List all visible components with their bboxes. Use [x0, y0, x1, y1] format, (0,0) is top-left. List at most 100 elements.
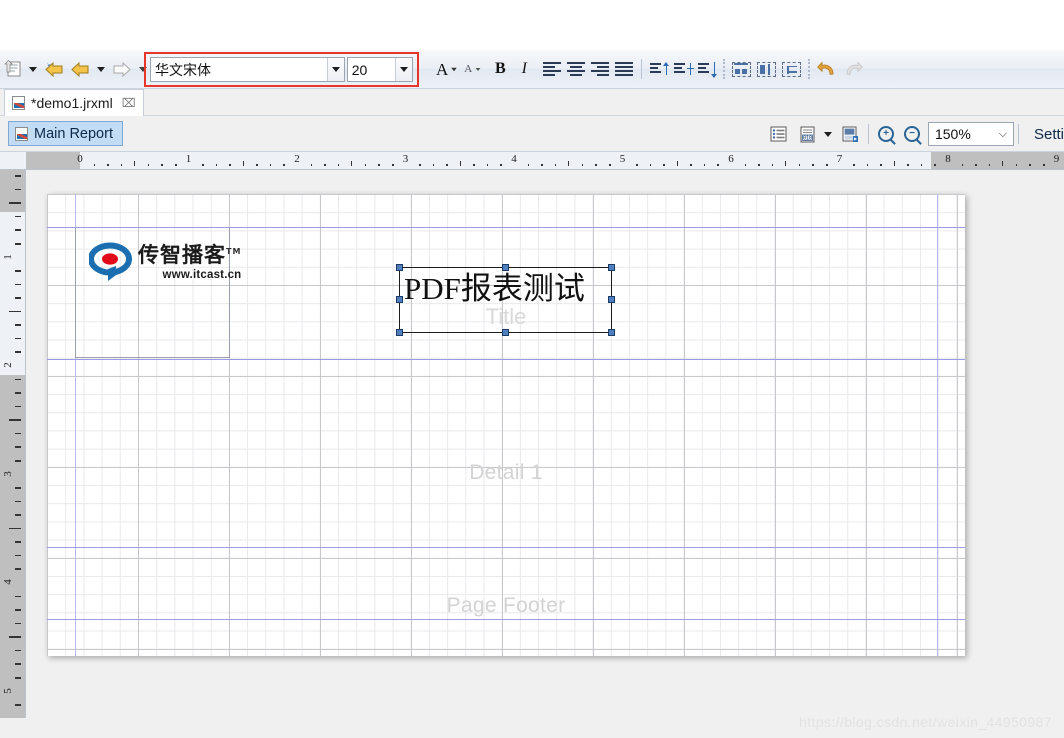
vruler-number: 4 — [1, 579, 14, 585]
vruler-tick — [15, 337, 21, 340]
font-family-combo[interactable]: 华文宋体 — [150, 57, 345, 82]
page-footer-band-bottom-line — [47, 619, 965, 620]
hruler-tick — [432, 164, 435, 166]
zoom-out-button[interactable]: − — [901, 121, 923, 147]
hruler-tick — [174, 164, 177, 166]
nav-forward-icon[interactable] — [110, 56, 134, 82]
main-report-label: Main Report — [34, 125, 113, 142]
italic-button[interactable]: I — [513, 56, 535, 82]
hruler-tick — [120, 164, 123, 166]
preview-icon: 010 — [800, 126, 815, 142]
valign-bottom-button[interactable] — [696, 56, 718, 82]
decrease-font-size-icon[interactable]: A — [462, 56, 484, 82]
resize-handle-sw[interactable] — [396, 329, 403, 336]
vertical-ruler[interactable]: 123456 — [0, 170, 26, 738]
nav-back-icon[interactable] — [68, 56, 92, 82]
title-textfield[interactable]: PDF报表测试 — [396, 264, 615, 336]
valign-middle-button[interactable] — [672, 56, 694, 82]
vruler-tick — [15, 297, 21, 299]
vruler-tick — [9, 527, 21, 530]
vruler-tick — [15, 175, 21, 177]
report-icon[interactable] — [2, 56, 24, 82]
resize-handle-se[interactable] — [608, 329, 615, 336]
align-right-button[interactable] — [589, 56, 611, 82]
resize-handle-s[interactable] — [501, 329, 509, 336]
dataset-button[interactable] — [768, 121, 790, 147]
settings-divider — [1017, 124, 1019, 144]
hruler-tick — [500, 164, 503, 166]
font-family-dropdown-icon[interactable] — [326, 58, 344, 81]
hruler-tick — [473, 164, 475, 166]
bold-glyph: B — [494, 60, 506, 77]
size-to-fit-button[interactable] — [730, 56, 753, 82]
band-label-page-footer: Page Footer — [446, 594, 566, 617]
horizontal-ruler[interactable]: 0 1 2 3 4 5 6 7 8 9 — [0, 152, 1064, 170]
distribute-button[interactable] — [755, 56, 778, 82]
vruler-tick — [15, 622, 21, 625]
font-size-combo[interactable]: 20 — [346, 57, 413, 82]
zoom-out-glyph: − — [909, 128, 915, 139]
italic-glyph: I — [521, 60, 527, 77]
main-report-icon — [15, 126, 28, 141]
hruler-number: 4 — [511, 153, 517, 165]
hruler-tick — [364, 164, 367, 166]
hruler-tick — [351, 161, 353, 166]
hruler-tick — [717, 164, 720, 166]
valign-top-icon — [650, 61, 669, 77]
group-button[interactable] — [780, 56, 803, 82]
compile-button[interactable] — [840, 121, 862, 147]
font-size-dropdown-icon[interactable] — [394, 58, 412, 81]
preview-button[interactable]: 010 — [797, 121, 819, 147]
preview-dropdown-caret-icon[interactable] — [821, 121, 835, 147]
align-center-button[interactable] — [565, 56, 587, 82]
hruler-tick — [608, 164, 611, 166]
itcast-logo[interactable]: 传智播客TM www.itcast.cn — [88, 242, 241, 284]
tab-demo1-jrxml[interactable]: *demo1.jrxml ⌧ — [4, 89, 144, 116]
hruler-tick — [554, 164, 557, 166]
zoom-level-combo[interactable]: 150% ⌵ — [927, 122, 1014, 146]
resize-handle-n[interactable] — [501, 264, 509, 271]
redo-button[interactable] — [841, 56, 865, 82]
resize-handle-ne[interactable] — [608, 264, 615, 271]
itcast-logo-text: 传智播客TM www.itcast.cn — [138, 244, 241, 282]
main-report-chip[interactable]: Main Report — [8, 121, 123, 146]
report-page[interactable]: Title Detail 1 Page Footer 传智播客TM www.it… — [47, 194, 965, 656]
hruler-tick — [161, 164, 163, 166]
title-band-bottom-line — [47, 359, 965, 360]
zoom-in-glyph: + — [883, 128, 889, 139]
hruler-tick — [920, 164, 923, 166]
hruler-tick — [147, 164, 150, 166]
hruler-tick — [1042, 164, 1045, 166]
hruler-number: 2 — [294, 153, 300, 165]
bold-button[interactable]: B — [489, 56, 511, 82]
resize-handle-w[interactable] — [396, 296, 403, 303]
toolbar-divider-3 — [808, 59, 811, 79]
main-report-right-controls: 010 + − 150% ⌵ Setti — [767, 116, 1064, 152]
report-dropdown-caret-icon[interactable] — [26, 56, 40, 82]
valign-top-button[interactable] — [648, 56, 670, 82]
align-justify-button[interactable] — [613, 56, 635, 82]
back-dropdown-caret-icon[interactable] — [94, 56, 108, 82]
resize-handle-nw[interactable] — [396, 264, 403, 271]
settings-label[interactable]: Setti — [1034, 126, 1064, 143]
nav-back-highlight-icon[interactable] — [42, 56, 66, 82]
vruler-number: 3 — [1, 470, 14, 477]
vruler-tick — [15, 188, 21, 191]
tab-close-icon[interactable]: ⌧ — [122, 96, 136, 110]
title-band-top-line — [47, 227, 965, 228]
zoom-in-icon: + — [877, 126, 894, 142]
align-left-button[interactable] — [541, 56, 563, 82]
zoom-level-chevron-down-icon[interactable]: ⌵ — [999, 128, 1007, 141]
design-canvas-area[interactable]: Title Detail 1 Page Footer 传智播客TM www.it… — [27, 170, 1064, 738]
hruler-number: 1 — [185, 153, 192, 165]
zoom-level-value: 150% — [934, 126, 971, 142]
dataset-icon — [770, 126, 787, 142]
hruler-tick — [446, 164, 448, 166]
undo-button[interactable] — [815, 56, 839, 82]
increase-font-size-icon[interactable]: A — [434, 56, 460, 82]
size-to-fit-icon — [732, 61, 752, 77]
hruler-tick — [93, 164, 96, 166]
zoom-in-button[interactable]: + — [875, 121, 897, 147]
resize-handle-e[interactable] — [608, 296, 615, 303]
vruler-tick — [15, 609, 21, 611]
